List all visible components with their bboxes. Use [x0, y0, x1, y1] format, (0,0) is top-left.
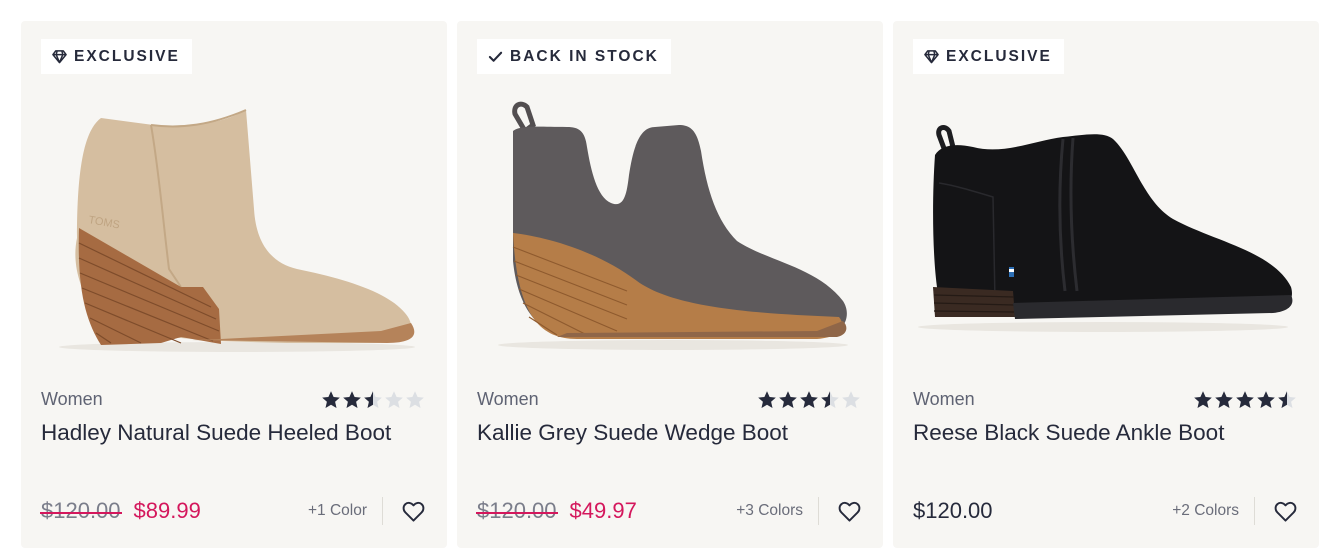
sale-price: $89.99 — [133, 498, 201, 523]
price-row: $120.00 $89.99 +1 Color — [40, 493, 425, 529]
heart-icon — [402, 501, 425, 522]
star-filled-icon — [1194, 390, 1212, 408]
star-empty-icon — [406, 390, 424, 408]
badge: BACK IN STOCK — [477, 39, 671, 74]
product-category: Women — [913, 389, 975, 409]
wishlist-button[interactable] — [1273, 499, 1297, 523]
star-rating — [321, 390, 425, 410]
original-price: $120.00 — [40, 498, 122, 523]
badge-label: EXCLUSIVE — [946, 47, 1052, 65]
divider — [818, 497, 819, 525]
star-half-icon — [364, 390, 382, 408]
star-filled-icon — [758, 390, 776, 408]
heart-icon — [1274, 501, 1297, 522]
badge-label: BACK IN STOCK — [510, 47, 659, 65]
color-count-link[interactable]: +2 Colors — [1172, 502, 1254, 520]
original-price: $120.00 — [476, 498, 558, 523]
star-half-icon — [1278, 390, 1296, 408]
star-filled-icon — [800, 390, 818, 408]
price-group: $120.00 $49.97 — [476, 498, 637, 524]
product-grid: EXCLUSIVE TOMS Women Hadley Natural Sued… — [21, 21, 1319, 548]
diamond-icon — [52, 49, 67, 64]
star-filled-icon — [1215, 390, 1233, 408]
star-rating — [757, 390, 861, 410]
divider — [382, 497, 383, 525]
price: $120.00 — [913, 498, 993, 523]
product-card[interactable]: EXCLUSIVE TOMS Women Hadley Natural Sued… — [21, 21, 447, 548]
star-filled-icon — [322, 390, 340, 408]
badge: EXCLUSIVE — [41, 39, 192, 74]
product-image[interactable]: TOMS — [41, 91, 427, 371]
heart-icon — [838, 501, 861, 522]
divider — [1254, 497, 1255, 525]
color-count-link[interactable]: +3 Colors — [736, 502, 818, 520]
product-card[interactable]: EXCLUSIVE Women Reese Black Suede Ankle … — [893, 21, 1319, 548]
star-filled-icon — [343, 390, 361, 408]
meta-row: Women — [477, 389, 861, 410]
checkmark-icon — [488, 49, 503, 64]
star-empty-icon — [842, 390, 860, 408]
star-filled-icon — [779, 390, 797, 408]
meta-row: Women — [913, 389, 1297, 410]
star-empty-icon — [385, 390, 403, 408]
star-half-icon — [821, 390, 839, 408]
diamond-icon — [924, 49, 939, 64]
price-row: $120.00 +2 Colors — [913, 493, 1297, 529]
meta-row: Women — [41, 389, 425, 410]
star-filled-icon — [1236, 390, 1254, 408]
sale-price: $49.97 — [569, 498, 637, 523]
color-count-link[interactable]: +1 Color — [308, 502, 382, 520]
price-group: $120.00 $89.99 — [40, 498, 201, 524]
product-card[interactable]: BACK IN STOCK Women Kallie Grey Suede We… — [457, 21, 883, 548]
product-name[interactable]: Hadley Natural Suede Heeled Boot — [41, 420, 391, 446]
product-name[interactable]: Reese Black Suede Ankle Boot — [913, 420, 1224, 446]
star-rating — [1193, 390, 1297, 410]
price-group: $120.00 — [913, 498, 993, 524]
product-image[interactable] — [477, 91, 863, 371]
wishlist-button[interactable] — [401, 499, 425, 523]
product-name[interactable]: Kallie Grey Suede Wedge Boot — [477, 420, 788, 446]
price-row: $120.00 $49.97 +3 Colors — [476, 493, 861, 529]
star-filled-icon — [1257, 390, 1275, 408]
wishlist-button[interactable] — [837, 499, 861, 523]
badge-label: EXCLUSIVE — [74, 47, 180, 65]
badge: EXCLUSIVE — [913, 39, 1064, 74]
product-image[interactable] — [913, 91, 1299, 371]
product-category: Women — [477, 389, 539, 409]
product-category: Women — [41, 389, 103, 409]
